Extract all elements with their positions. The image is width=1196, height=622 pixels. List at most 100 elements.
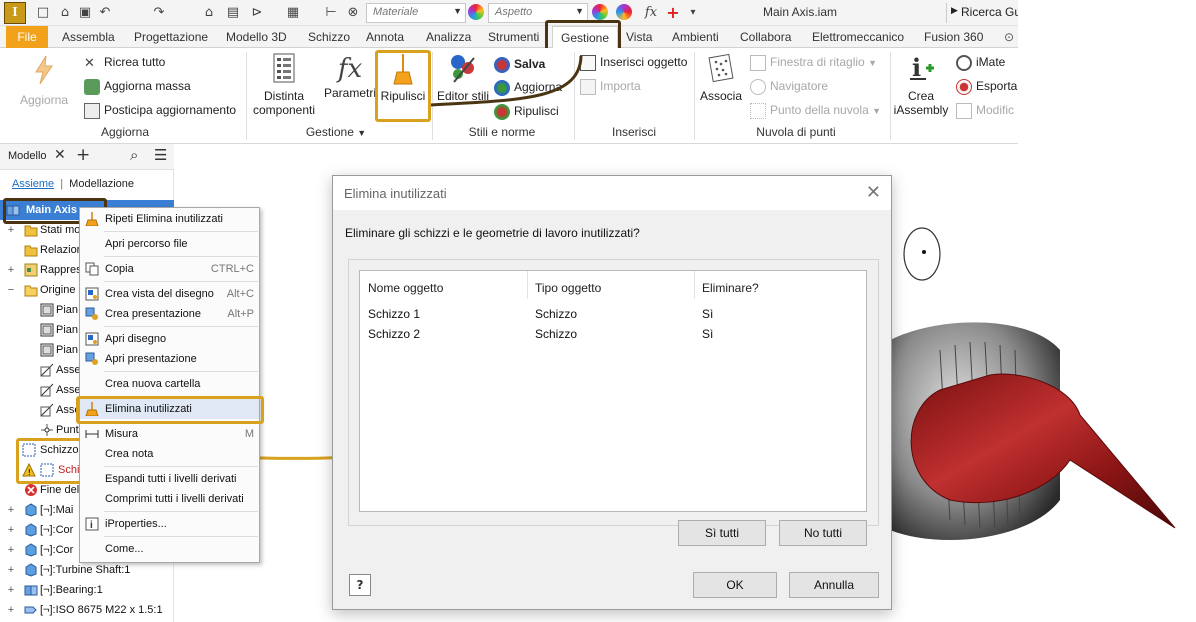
tab-fusion-360[interactable]: Fusion 360 (924, 30, 983, 44)
ripulisci-stili-label: Ripulisci (514, 104, 559, 119)
importa-button[interactable]: Importa (580, 79, 641, 95)
search-icon[interactable]: ⌕ (130, 146, 138, 164)
tab-progettazione[interactable]: Progettazione (134, 30, 208, 44)
navigatore-button[interactable]: Navigatore (750, 79, 828, 95)
plus-icon[interactable]: + (664, 4, 682, 22)
tab-modello-3d[interactable]: Modello 3D (226, 30, 287, 44)
tab-assembla[interactable]: Assembla (62, 30, 115, 44)
save-icon[interactable]: ▣ (76, 4, 94, 22)
yes-all-button[interactable]: Sì tutti (678, 520, 766, 546)
svg-text:i: i (912, 53, 921, 82)
open-file-icon[interactable]: ⌂ (56, 4, 74, 22)
menu-item-apri-presentazione[interactable]: Apri presentazione (80, 349, 259, 369)
aggiorna-stili-button[interactable]: Aggiorna (494, 80, 562, 96)
tree-row[interactable]: + [¬]:Turbine Shaft:1 (0, 560, 174, 580)
material-icon[interactable]: ⊗ (344, 4, 362, 22)
ricrea-tutto-button[interactable]: ✕ Ricrea tutto (84, 55, 165, 71)
menu-item-apri-percorso[interactable]: Apri percorso file (80, 234, 259, 254)
tab-analizza[interactable]: Analizza (426, 30, 471, 44)
menu-icon[interactable]: ☰ (154, 146, 167, 164)
expand-icon[interactable]: + (6, 500, 16, 520)
cancel-button[interactable]: Annulla (789, 572, 879, 598)
expand-icon[interactable]: + (6, 560, 16, 580)
expand-icon[interactable]: + (6, 600, 16, 620)
app-logo[interactable]: I (4, 2, 26, 24)
esporta-button[interactable]: Esporta (956, 79, 1017, 95)
measure-icon[interactable]: ⊢ (322, 4, 340, 22)
plus-icon[interactable]: + (76, 145, 90, 165)
distinta-componenti-button[interactable]: Distinta componenti (250, 52, 318, 117)
menu-item-crea-vista[interactable]: Crea vista del disegno Alt+C (80, 284, 259, 304)
column-header-tipo[interactable]: Tipo oggetto (535, 281, 601, 295)
redo-icon[interactable]: ↷ (150, 4, 168, 22)
list-cell[interactable]: Sì (702, 327, 713, 341)
menu-item-copia[interactable]: Copia CTRL+C (80, 259, 259, 279)
material-select[interactable]: Materiale ▼ (366, 3, 466, 23)
ripulisci-stili-button[interactable]: Ripulisci (494, 104, 559, 120)
menu-item-iproperties[interactable]: i iProperties... (80, 514, 259, 534)
tree-row[interactable]: + [¬]:Bearing:1 (0, 580, 174, 600)
close-icon[interactable]: ✕ (54, 147, 66, 163)
menu-item-apri-disegno[interactable]: Apri disegno (80, 329, 259, 349)
menu-item-nuova-cartella[interactable]: Crea nuova cartella (80, 374, 259, 394)
menu-item-come[interactable]: Come... (80, 539, 259, 559)
modifica-button[interactable]: Modific (956, 103, 1014, 119)
tab-annota[interactable]: Annota (366, 30, 404, 44)
menu-item-ripeti[interactable]: Ripeti Elimina inutilizzati (80, 209, 259, 229)
aggiorna-massa-button[interactable]: Aggiorna massa (84, 79, 191, 95)
help-search[interactable]: ▶ Ricerca Gu (946, 3, 1018, 23)
column-header-nome[interactable]: Nome oggetto (368, 281, 443, 295)
tab-elettromeccanico[interactable]: Elettromeccanico (812, 30, 904, 44)
new-file-icon[interactable]: □ (34, 4, 52, 22)
column-header-eliminare[interactable]: Eliminare? (702, 281, 759, 295)
tab-collabora[interactable]: Collabora (740, 30, 791, 44)
posticipa-button[interactable]: Posticipa aggiornamento (84, 103, 236, 119)
menu-item-espandi[interactable]: Espandi tutti i livelli derivati (80, 469, 259, 489)
turbine-3d-model[interactable] (880, 200, 1196, 622)
menu-item-comprimi[interactable]: Comprimi tutti i livelli derivati (80, 489, 259, 509)
menu-item-crea-presentazione[interactable]: Crea presentazione Alt+P (80, 304, 259, 324)
fx-icon[interactable]: fx (640, 4, 662, 22)
parametri-button[interactable]: fx Parametri (320, 52, 380, 100)
select-icon[interactable]: ⊳ (248, 4, 266, 22)
tree-row[interactable]: + [¬]:ISO 8675 M22 x 1.5:1 (0, 600, 174, 620)
salva-stili-button[interactable]: Salva (494, 57, 545, 73)
finestra-ritaglio-button[interactable]: Finestra di ritaglio ▼ (750, 55, 877, 71)
expand-icon[interactable]: + (6, 260, 16, 280)
punto-nuvola-button[interactable]: Punto della nuvola ▼ (750, 103, 881, 119)
expand-icon[interactable]: + (6, 520, 16, 540)
associa-button[interactable]: Associa (698, 52, 744, 103)
help-icon[interactable]: ? (349, 574, 371, 596)
unused-objects-list[interactable]: Nome oggetto Tipo oggetto Eliminare? Sch… (359, 270, 867, 512)
aggiorna-button[interactable]: Aggiorna (14, 54, 74, 107)
tab-ambienti[interactable]: Ambienti (672, 30, 719, 44)
close-icon[interactable]: ✕ (866, 182, 881, 203)
browser-tab-modello[interactable]: Modello (8, 150, 47, 162)
link-modellazione[interactable]: Modellazione (69, 178, 134, 190)
expand-icon[interactable]: + (6, 540, 16, 560)
tab-vista[interactable]: Vista (626, 30, 652, 44)
tab-strumenti[interactable]: Strumenti (488, 30, 539, 44)
properties-icon[interactable]: ▤ (224, 4, 242, 22)
inserisci-oggetto-button[interactable]: Inserisci oggetto (580, 55, 687, 71)
list-cell[interactable]: Sì (702, 307, 713, 321)
crea-iassembly-button[interactable]: i Crea iAssembly (892, 52, 950, 117)
undo-icon[interactable]: ↶ (96, 4, 114, 22)
more-tabs-icon[interactable]: ⊙ (1004, 30, 1014, 44)
menu-item-misura[interactable]: Misura M (80, 424, 259, 444)
gestione-group-label[interactable]: Gestione ▼ (296, 125, 376, 139)
tab-file[interactable]: File (6, 26, 48, 48)
editor-stili-button[interactable]: Editor stili (436, 52, 490, 103)
collapse-icon[interactable]: − (6, 280, 16, 300)
update-icon[interactable]: ▦ (284, 4, 302, 22)
home-icon[interactable]: ⌂ (200, 4, 218, 22)
link-assieme[interactable]: Assieme (12, 178, 54, 190)
ok-button[interactable]: OK (693, 572, 777, 598)
imate-button[interactable]: iMate (956, 55, 1005, 71)
expand-icon[interactable]: + (6, 580, 16, 600)
menu-item-crea-nota[interactable]: Crea nota (80, 444, 259, 464)
tab-schizzo[interactable]: Schizzo (308, 30, 350, 44)
clear-appearance-icon[interactable] (616, 4, 632, 20)
adjust-appearance-icon[interactable] (592, 4, 608, 20)
no-all-button[interactable]: No tutti (779, 520, 867, 546)
